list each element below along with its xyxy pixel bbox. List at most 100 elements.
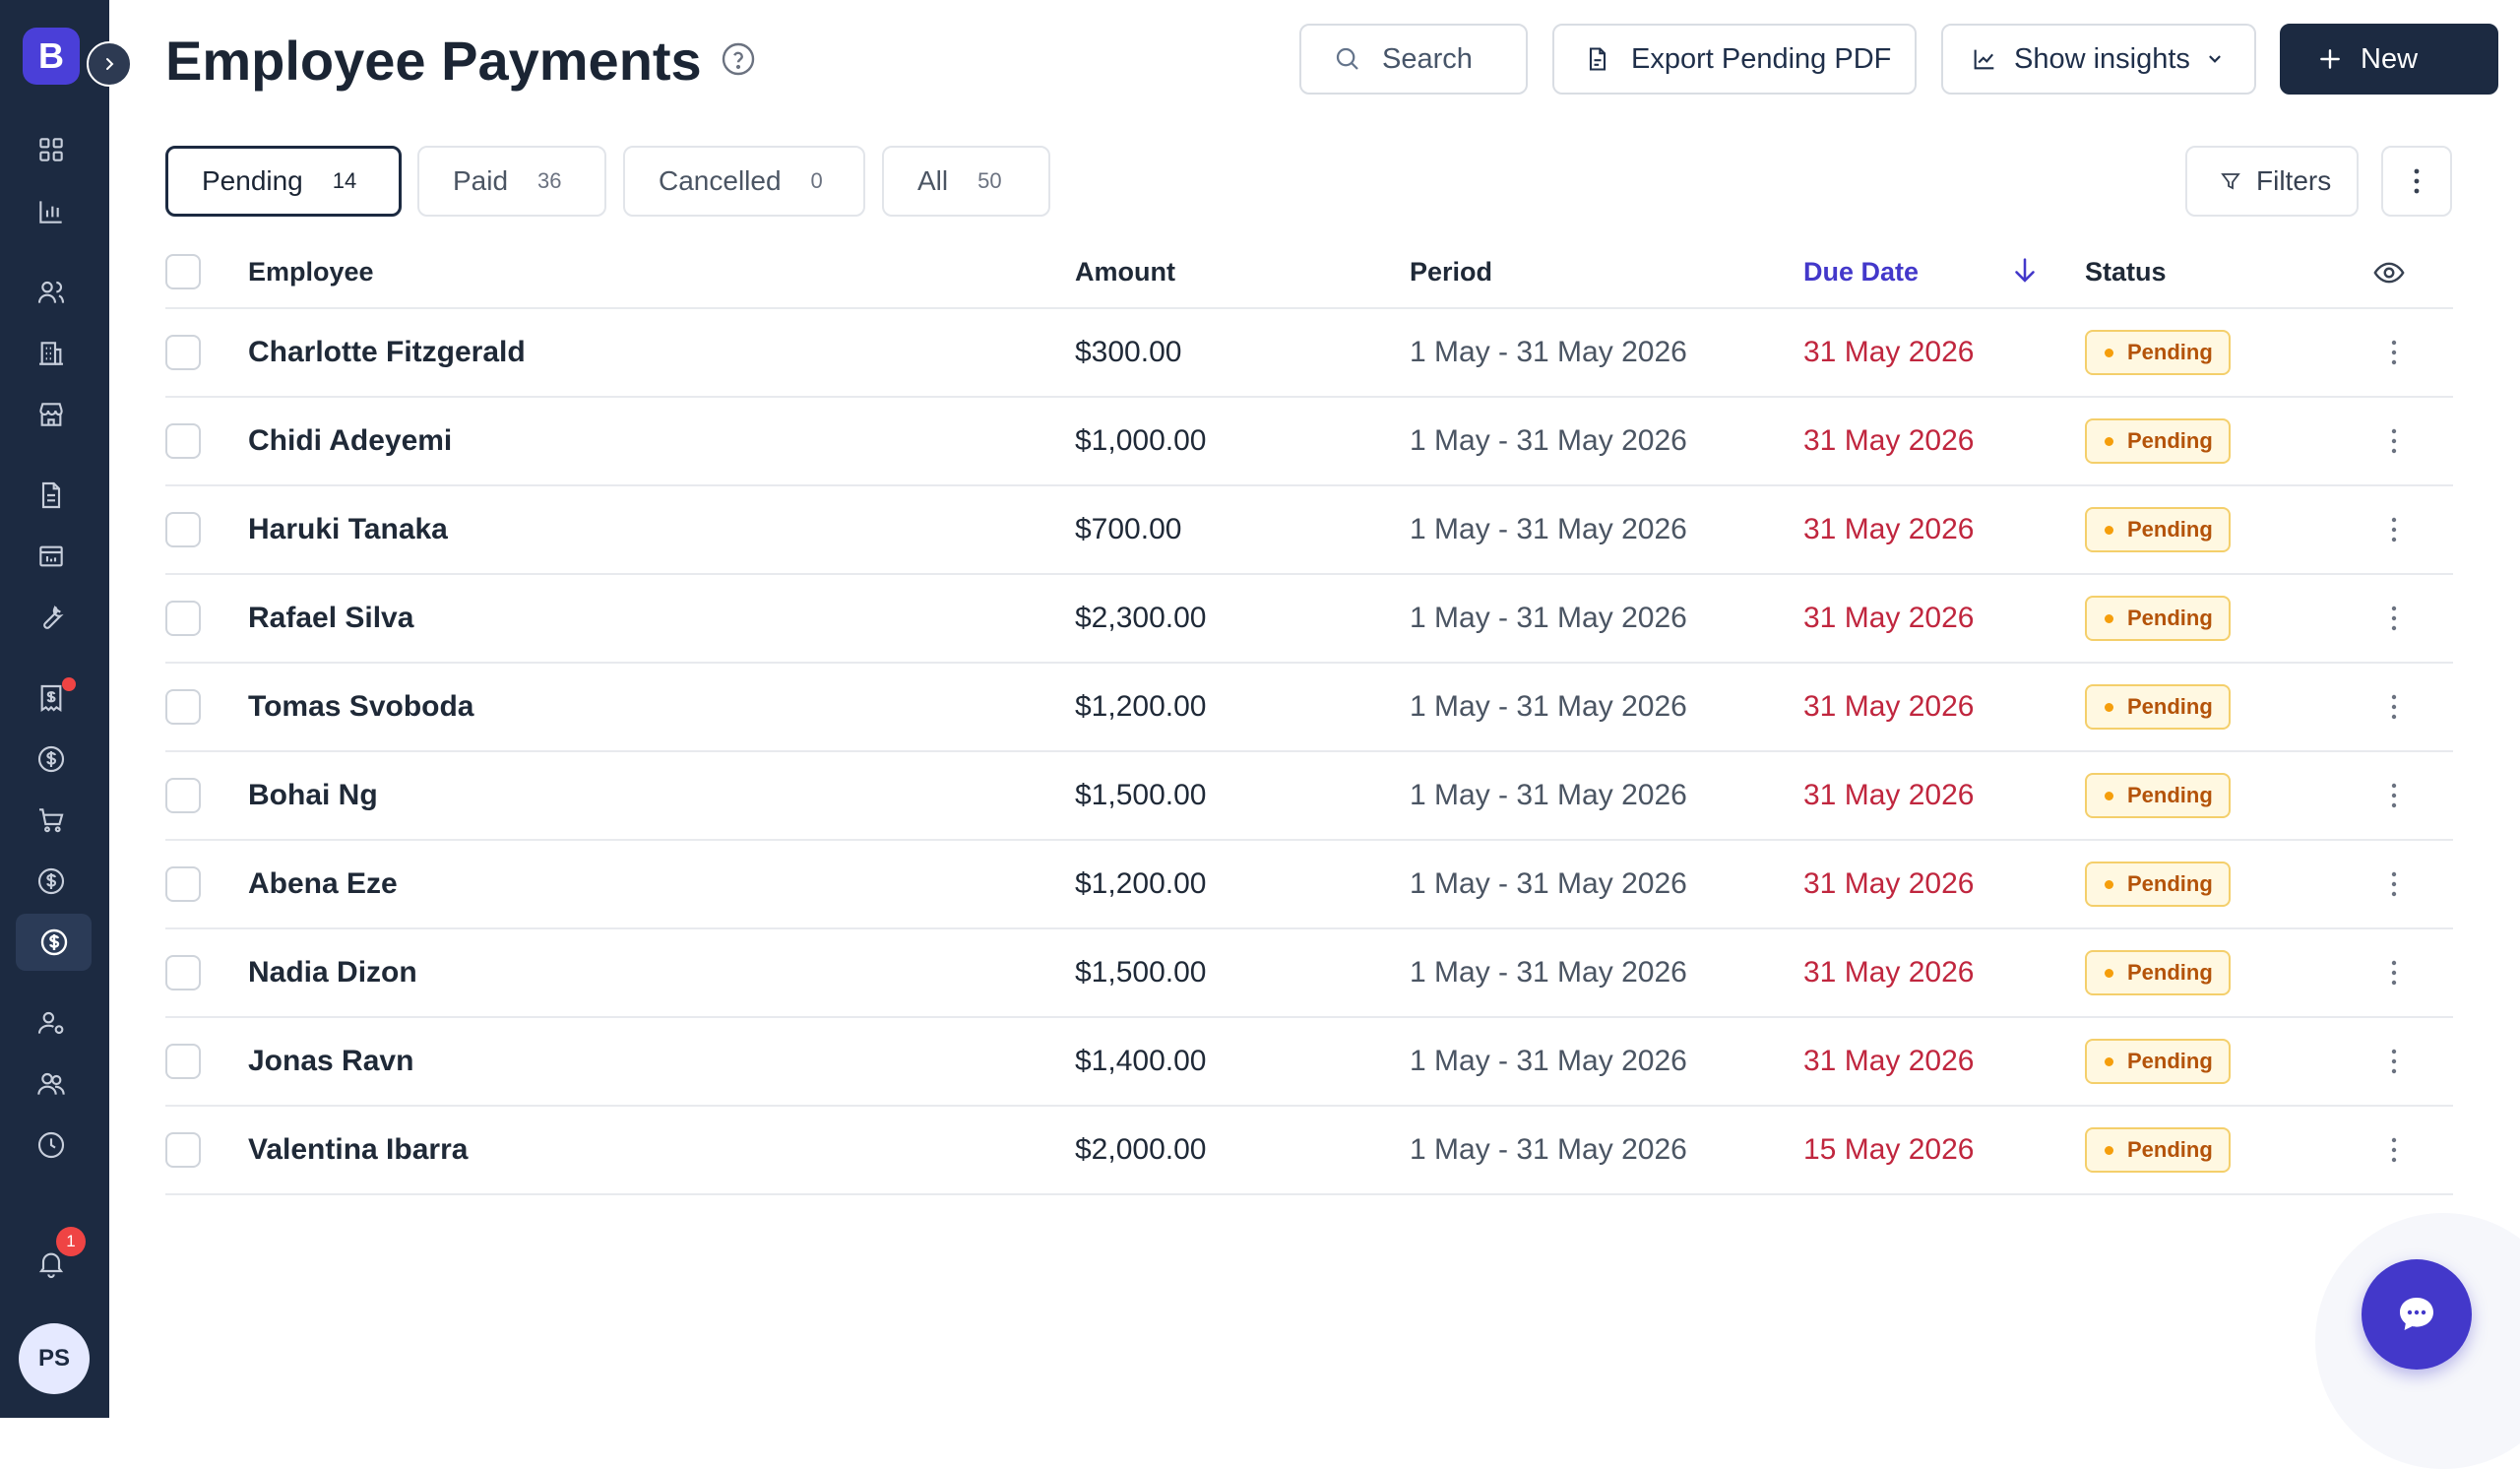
table-row[interactable]: Bohai Ng $1,500.00 1 May - 31 May 2026 3… (165, 752, 2453, 841)
select-all-checkbox[interactable] (165, 254, 201, 289)
invoice-icon[interactable] (32, 677, 76, 717)
document-icon[interactable] (32, 477, 70, 514)
row-checkbox[interactable] (165, 689, 201, 725)
show-insights-dropdown[interactable]: Show insights (1941, 24, 2256, 95)
row-actions-button[interactable] (2374, 664, 2414, 750)
table-row[interactable]: Abena Eze $1,200.00 1 May - 31 May 2026 … (165, 841, 2453, 929)
wrench-icon[interactable] (32, 599, 70, 636)
table-row[interactable]: Nadia Dizon $1,500.00 1 May - 31 May 202… (165, 929, 2453, 1018)
employee-name: Haruki Tanaka (248, 513, 448, 545)
payment-amount: $300.00 (1075, 336, 1182, 368)
row-actions-button[interactable] (2374, 752, 2414, 839)
status-label: Pending (2127, 1137, 2213, 1162)
table-row[interactable]: Valentina Ibarra $2,000.00 1 May - 31 Ma… (165, 1107, 2453, 1195)
row-checkbox[interactable] (165, 512, 201, 547)
line-chart-icon (1974, 49, 1994, 70)
sort-descending-icon[interactable] (2008, 254, 2042, 287)
row-actions-button[interactable] (2374, 309, 2414, 396)
column-header-period[interactable]: Period (1410, 236, 1492, 307)
row-checkbox[interactable] (165, 778, 201, 813)
employee-name: Valentina Ibarra (248, 1133, 469, 1166)
employee-payments-icon[interactable] (16, 914, 92, 971)
row-checkbox[interactable] (165, 1044, 201, 1079)
filters-button[interactable]: Filters (2185, 146, 2359, 217)
column-header-employee[interactable]: Employee (248, 236, 374, 307)
row-checkbox[interactable] (165, 423, 201, 459)
report-icon[interactable] (32, 538, 70, 575)
due-date: 31 May 2026 (1803, 779, 1975, 811)
row-actions-button[interactable] (2374, 841, 2414, 927)
row-checkbox[interactable] (165, 1132, 201, 1168)
bell-icon[interactable]: 1 (32, 1227, 86, 1282)
column-header-status[interactable]: Status (2085, 236, 2167, 307)
tab-all[interactable]: All 50 (882, 146, 1050, 217)
sidebar: B 1 PS (0, 0, 109, 1418)
row-actions-button[interactable] (2374, 929, 2414, 1016)
team-icon[interactable] (32, 1065, 70, 1103)
table-row[interactable]: Rafael Silva $2,300.00 1 May - 31 May 20… (165, 575, 2453, 664)
kebab-menu-icon (2391, 428, 2397, 454)
row-checkbox[interactable] (165, 866, 201, 902)
kebab-menu-icon (2391, 783, 2397, 808)
due-date: 31 May 2026 (1803, 602, 1975, 634)
dashboard-icon[interactable] (32, 131, 70, 168)
payment-period: 1 May - 31 May 2026 (1410, 602, 1687, 634)
table-row[interactable]: Charlotte Fitzgerald $300.00 1 May - 31 … (165, 309, 2453, 398)
column-header-due-date[interactable]: Due Date (1803, 236, 1919, 307)
table-row[interactable]: Jonas Ravn $1,400.00 1 May - 31 May 2026… (165, 1018, 2453, 1107)
row-actions-button[interactable] (2374, 1107, 2414, 1193)
clock-icon[interactable] (32, 1126, 70, 1164)
due-date: 31 May 2026 (1803, 424, 1975, 457)
payment-period: 1 May - 31 May 2026 (1410, 1045, 1687, 1077)
tab-label: Paid (453, 165, 509, 196)
payment-amount: $1,500.00 (1075, 956, 1207, 989)
users-icon[interactable] (32, 274, 70, 311)
status-dot (2105, 1145, 2113, 1155)
row-actions-button[interactable] (2374, 1018, 2414, 1105)
app-logo[interactable]: B (23, 28, 80, 85)
new-button[interactable]: New (2280, 24, 2498, 95)
chat-button[interactable] (2362, 1259, 2472, 1370)
table-row[interactable]: Haruki Tanaka $700.00 1 May - 31 May 202… (165, 486, 2453, 575)
payment-period: 1 May - 31 May 2026 (1410, 424, 1687, 457)
dollar-circle-icon[interactable] (32, 740, 70, 778)
tab-cancelled[interactable]: Cancelled 0 (623, 146, 865, 217)
building-icon[interactable] (32, 335, 70, 372)
search-icon (1336, 47, 1358, 70)
eye-icon[interactable] (2372, 256, 2406, 289)
tab-paid[interactable]: Paid 36 (417, 146, 606, 217)
row-actions-button[interactable] (2374, 486, 2414, 573)
payment-amount: $2,300.00 (1075, 602, 1207, 634)
search-button[interactable]: Search (1299, 24, 1528, 95)
store-icon[interactable] (32, 396, 70, 433)
row-actions-button[interactable] (2374, 575, 2414, 662)
due-date: 31 May 2026 (1803, 690, 1975, 723)
tab-pending[interactable]: Pending 14 (165, 146, 402, 217)
status-dot (2105, 879, 2113, 889)
kebab-menu-icon (2414, 168, 2420, 194)
payment-amount: $2,000.00 (1075, 1133, 1207, 1166)
payment-period: 1 May - 31 May 2026 (1410, 867, 1687, 900)
user-avatar[interactable]: PS (19, 1323, 90, 1394)
bar-chart-icon[interactable] (32, 193, 70, 230)
payment-amount: $1,200.00 (1075, 867, 1207, 900)
table-body: Charlotte Fitzgerald $300.00 1 May - 31 … (165, 309, 2453, 1195)
more-options-button[interactable] (2381, 146, 2452, 217)
row-actions-button[interactable] (2374, 398, 2414, 484)
chat-bubble-icon (2400, 1298, 2433, 1330)
table-row[interactable]: Tomas Svoboda $1,200.00 1 May - 31 May 2… (165, 664, 2453, 752)
dollar-circle-icon[interactable] (32, 862, 70, 900)
status-label: Pending (2127, 694, 2213, 719)
help-icon[interactable] (721, 41, 756, 77)
column-header-amount[interactable]: Amount (1075, 236, 1175, 307)
sidebar-collapse-button[interactable] (87, 41, 132, 87)
export-pending-pdf-button[interactable]: Export Pending PDF (1552, 24, 1917, 95)
user-settings-icon[interactable] (32, 1004, 70, 1042)
row-checkbox[interactable] (165, 335, 201, 370)
cart-icon[interactable] (32, 801, 70, 839)
status-badge: Pending (2085, 1127, 2231, 1173)
row-checkbox[interactable] (165, 601, 201, 636)
table-row[interactable]: Chidi Adeyemi $1,000.00 1 May - 31 May 2… (165, 398, 2453, 486)
row-checkbox[interactable] (165, 955, 201, 990)
payment-amount: $1,500.00 (1075, 779, 1207, 811)
